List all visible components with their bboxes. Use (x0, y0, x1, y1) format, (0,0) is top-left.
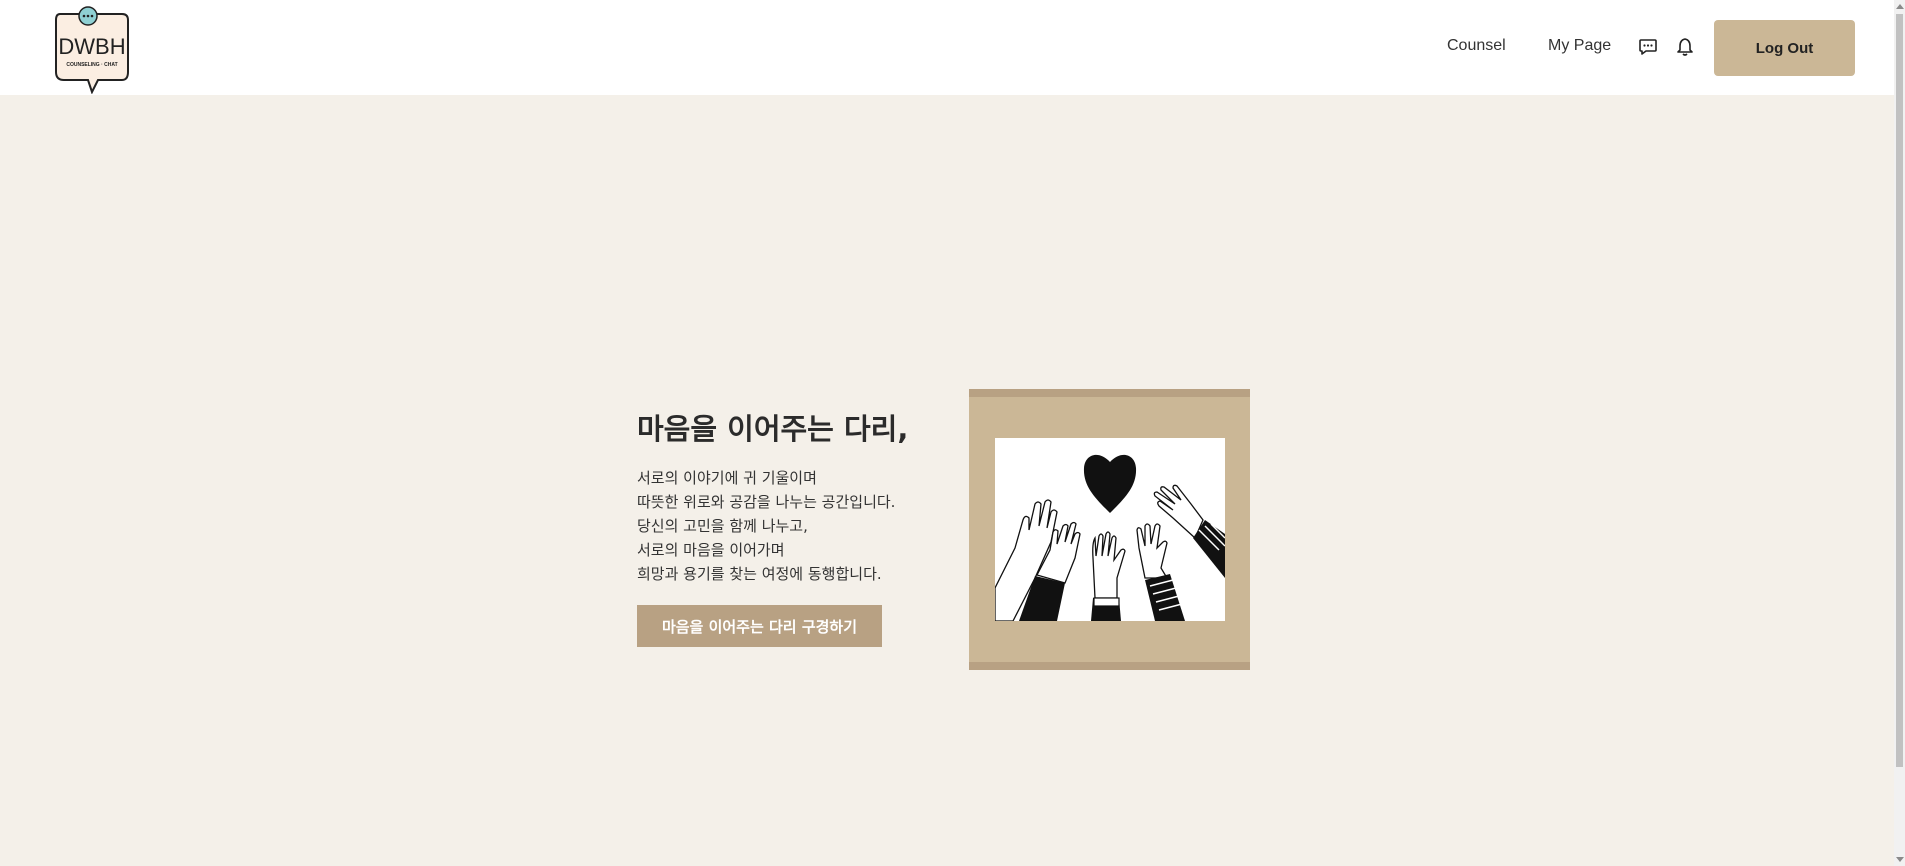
hero-illustration-frame (969, 389, 1250, 670)
scroll-down-arrow-icon[interactable] (1896, 857, 1904, 862)
top-header: DWBH COUNSELING · CHAT Counsel My Page L… (0, 0, 1894, 95)
hero-title: 마음을 이어주는 다리, (637, 412, 909, 446)
hand-icon (1153, 484, 1226, 578)
hero-description: 서로의 이야기에 귀 기울이며 따뜻한 위로와 공감을 나누는 공간입니다. 당… (637, 466, 895, 586)
hero-line: 서로의 마음을 이어가며 (637, 541, 785, 559)
scroll-thumb[interactable] (1896, 14, 1903, 767)
dwbh-logo[interactable]: DWBH COUNSELING · CHAT (52, 4, 132, 95)
nav-counsel-link[interactable]: Counsel (1447, 37, 1506, 55)
log-out-button[interactable]: Log Out (1714, 20, 1855, 76)
nav-my-page-link[interactable]: My Page (1548, 37, 1611, 55)
logo-text: DWBH (58, 34, 125, 59)
explore-bridge-button[interactable]: 마음을 이어주는 다리 구경하기 (637, 605, 882, 647)
hero-line: 당신의 고민을 함께 나누고, (637, 517, 808, 535)
hand-icon (1136, 523, 1185, 621)
vertical-scrollbar[interactable] (1894, 0, 1905, 866)
heart-icon (1083, 454, 1137, 513)
hands-heart-illustration (994, 438, 1226, 622)
bell-icon[interactable] (1675, 37, 1697, 59)
hero-line: 서로의 이야기에 귀 기울이며 (637, 469, 817, 487)
hand-icon (1091, 531, 1126, 621)
logo-speech-bubble-icon: DWBH COUNSELING · CHAT (55, 6, 129, 95)
hero-line: 따뜻한 위로와 공감을 나누는 공간입니다. (637, 493, 896, 511)
logo-subtext: COUNSELING · CHAT (66, 62, 117, 68)
scroll-up-arrow-icon[interactable] (1896, 4, 1904, 9)
hero-line: 희망과 용기를 찾는 여정에 동행합니다. (637, 565, 882, 583)
chat-bubble-icon[interactable] (1638, 37, 1660, 59)
